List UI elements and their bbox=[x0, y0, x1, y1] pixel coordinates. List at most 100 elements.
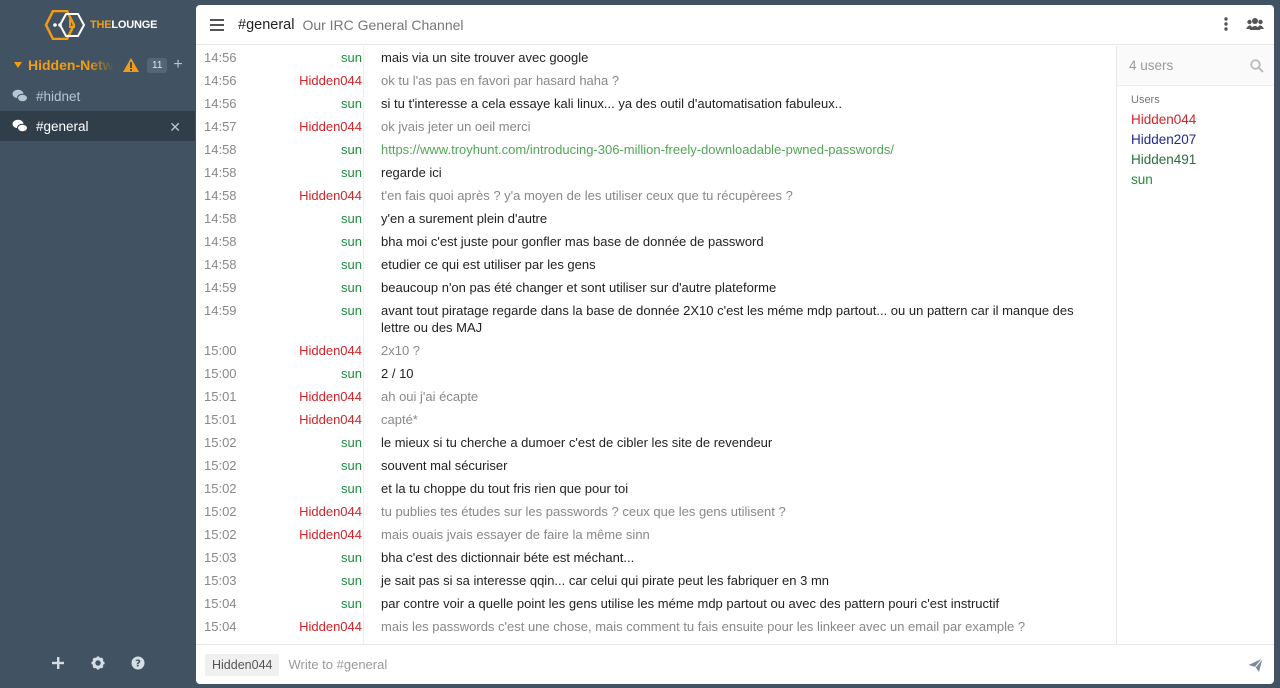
message-row: 15:00 sun 2 / 10 bbox=[196, 362, 1116, 385]
network-name[interactable]: Hidden-Network bbox=[28, 57, 114, 73]
message-nick[interactable]: Hidden044 bbox=[256, 342, 362, 359]
message-text: etudier ce qui est utiliser par les gens bbox=[381, 257, 596, 272]
message-nick[interactable]: sun bbox=[256, 457, 362, 474]
message-text: le mieux si tu cherche a dumoer c'est de… bbox=[381, 435, 773, 450]
network-item[interactable]: Hidden-Network 11 + bbox=[0, 53, 195, 77]
message-nick[interactable]: Hidden044 bbox=[256, 503, 362, 520]
message-nick[interactable]: sun bbox=[256, 141, 362, 158]
logo-the: THE bbox=[90, 19, 112, 31]
message-row: 15:01 Hidden044 capté* bbox=[196, 408, 1116, 431]
message-text: beaucoup n'on pas été changer et sont ut… bbox=[381, 280, 777, 295]
message-time: 15:02 bbox=[204, 504, 237, 519]
message-nick[interactable]: sun bbox=[256, 256, 362, 273]
message-time: 14:58 bbox=[204, 234, 237, 249]
message-time: 14:58 bbox=[204, 188, 237, 203]
message-text: ok tu l'as pas en favori par hasard haha… bbox=[381, 73, 620, 88]
message-row: 14:58 Hidden044 t'en fais quoi après ? y'a… bbox=[196, 184, 1116, 207]
sidebar-footer: ? bbox=[0, 653, 195, 673]
message-time: 15:02 bbox=[204, 458, 237, 473]
user-list-item[interactable]: Hidden491 bbox=[1131, 150, 1274, 170]
message-link[interactable]: https://www.troyhunt.com/introducing-306… bbox=[381, 141, 1106, 158]
message-nick[interactable]: sun bbox=[256, 302, 362, 336]
chevron-down-icon[interactable] bbox=[14, 62, 22, 68]
message-time: 15:00 bbox=[204, 343, 237, 358]
close-icon[interactable]: ✕ bbox=[169, 119, 181, 136]
send-icon[interactable] bbox=[1248, 658, 1263, 673]
message-input-bar: Hidden044 bbox=[196, 644, 1274, 684]
user-list-item[interactable]: Hidden207 bbox=[1131, 130, 1274, 150]
chat-bubbles-icon bbox=[12, 119, 28, 133]
message-nick[interactable]: sun bbox=[256, 49, 362, 66]
message-text: bha moi c'est juste pour gonfler mas bas… bbox=[381, 234, 764, 249]
message-text: regarde ici bbox=[381, 165, 442, 180]
message-text: et la tu choppe du tout fris rien que po… bbox=[381, 481, 629, 496]
message-time: 14:58 bbox=[204, 142, 237, 157]
message-time: 14:58 bbox=[204, 257, 237, 272]
message-row: 14:56 sun si tu t'interesse a cela essaye … bbox=[196, 92, 1116, 115]
message-text: par contre voir a quelle point les gens … bbox=[381, 596, 1000, 611]
message-list[interactable]: 14:56 sun mais via un site trouver avec go… bbox=[196, 46, 1116, 644]
user-list-item[interactable]: Hidden044 bbox=[1131, 110, 1274, 130]
gear-icon[interactable] bbox=[91, 656, 105, 670]
message-nick[interactable]: Hidden044 bbox=[256, 72, 362, 89]
lounge-logo-icon bbox=[44, 10, 86, 40]
message-nick[interactable]: sun bbox=[256, 279, 362, 296]
channel-label: #hidnet bbox=[36, 88, 81, 104]
message-nick[interactable]: sun bbox=[256, 480, 362, 497]
message-nick[interactable]: sun bbox=[256, 164, 362, 181]
message-text: tu publies tes études sur les passwords … bbox=[381, 504, 786, 519]
current-nick[interactable]: Hidden044 bbox=[205, 653, 280, 676]
users-icon[interactable] bbox=[1246, 17, 1264, 31]
message-nick[interactable]: Hidden044 bbox=[256, 411, 362, 428]
unread-badge: 11 bbox=[147, 57, 168, 73]
add-channel-icon[interactable]: + bbox=[173, 57, 182, 73]
message-nick[interactable]: Hidden044 bbox=[256, 526, 362, 543]
message-input[interactable] bbox=[288, 657, 1229, 672]
message-time: 15:04 bbox=[204, 619, 237, 634]
users-heading: Users bbox=[1131, 94, 1160, 106]
message-nick[interactable]: sun bbox=[256, 210, 362, 227]
search-icon[interactable] bbox=[1250, 59, 1264, 73]
warning-icon bbox=[123, 58, 139, 72]
message-time: 15:03 bbox=[204, 573, 237, 588]
message-row: 15:02 sun et la tu choppe du tout fris rie… bbox=[196, 477, 1116, 500]
message-text: avant tout piratage regarde dans la base… bbox=[381, 303, 1074, 335]
message-row: 15:02 sun le mieux si tu cherche a dumoer … bbox=[196, 431, 1116, 454]
plus-icon[interactable] bbox=[51, 656, 65, 670]
hamburger-menu-icon[interactable] bbox=[210, 18, 224, 31]
app-logo[interactable]: THELOUNGE bbox=[42, 9, 157, 41]
message-nick[interactable]: sun bbox=[256, 549, 362, 566]
message-nick[interactable]: Hidden044 bbox=[256, 388, 362, 405]
message-time: 15:02 bbox=[204, 435, 237, 450]
message-text: si tu t'interesse a cela essaye kali lin… bbox=[381, 96, 842, 111]
message-nick[interactable]: Hidden044 bbox=[256, 118, 362, 135]
more-options-icon[interactable] bbox=[1224, 17, 1228, 31]
message-row: 15:02 sun souvent mal sécuriser bbox=[196, 454, 1116, 477]
message-row: 15:04 sun par contre voir a quelle point l… bbox=[196, 592, 1116, 615]
channel-title: #general bbox=[238, 16, 295, 33]
message-nick[interactable]: sun bbox=[256, 365, 362, 382]
user-list-item[interactable]: sun bbox=[1131, 170, 1274, 190]
message-time: 15:03 bbox=[204, 550, 237, 565]
message-nick[interactable]: sun bbox=[256, 233, 362, 250]
message-nick[interactable]: Hidden044 bbox=[256, 618, 362, 635]
user-count: 4 users bbox=[1129, 58, 1174, 73]
message-nick[interactable]: Hidden044 bbox=[256, 187, 362, 204]
message-nick[interactable]: sun bbox=[256, 95, 362, 112]
sidebar-item-general[interactable]: #general ✕ bbox=[0, 111, 195, 141]
user-list: 4 users Users Hidden044 Hidden207 Hidden49… bbox=[1116, 46, 1274, 644]
message-time: 14:56 bbox=[204, 50, 237, 65]
message-row: 14:58 sun regarde ici bbox=[196, 161, 1116, 184]
message-nick[interactable]: sun bbox=[256, 595, 362, 612]
message-text: je sait pas si sa interesse qqin... car … bbox=[381, 573, 830, 588]
message-nick[interactable]: sun bbox=[256, 572, 362, 589]
sidebar-item-hidnet[interactable]: #hidnet bbox=[0, 81, 195, 111]
user-search[interactable]: 4 users bbox=[1117, 46, 1274, 86]
message-row: 14:58 sun bha moi c'est juste pour gonfler… bbox=[196, 230, 1116, 253]
message-nick[interactable]: sun bbox=[256, 434, 362, 451]
message-text: mais ouais jvais essayer de faire la mêm… bbox=[381, 527, 650, 542]
channel-label: #general bbox=[36, 118, 89, 134]
logo-text: THELOUNGE bbox=[90, 19, 157, 31]
help-icon[interactable]: ? bbox=[131, 656, 145, 670]
message-time: 15:04 bbox=[204, 596, 237, 611]
